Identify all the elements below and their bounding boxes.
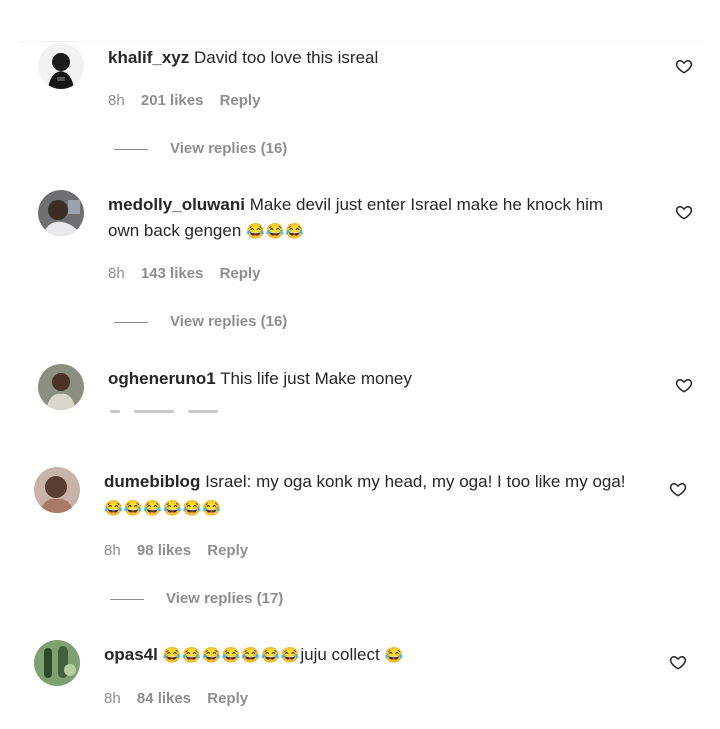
emoji: 😂😂😂😂😂😂 (104, 500, 223, 517)
heart-icon[interactable] (669, 653, 687, 671)
comment-body: David too love this isreal (194, 48, 379, 67)
emoji: 😂😂😂 (246, 223, 306, 240)
view-replies-button[interactable]: View replies (16) (114, 313, 287, 330)
replies-line (114, 321, 148, 323)
divider (18, 41, 704, 42)
comment-meta: 8h 98 likes Reply (104, 542, 260, 559)
clipped-meta (110, 410, 270, 416)
comment-text: dumebiblog Israel: my oga konk my head, … (104, 469, 634, 522)
likes-count[interactable]: 201 likes (141, 92, 204, 109)
avatar[interactable] (38, 190, 84, 236)
timestamp: 8h (108, 92, 125, 109)
view-replies-button[interactable]: View replies (16) (114, 140, 287, 157)
reply-button[interactable]: Reply (220, 92, 261, 109)
comment-text: khalif_xyz David too love this isreal (108, 45, 638, 71)
view-replies-label: View replies (16) (170, 313, 288, 330)
heart-icon[interactable] (675, 203, 693, 221)
comment-body: juju collect (300, 645, 380, 664)
likes-count[interactable]: 98 likes (137, 542, 191, 559)
comment-body: This life just Make money (220, 369, 412, 388)
view-replies-label: View replies (17) (166, 590, 284, 607)
replies-line (114, 148, 148, 150)
avatar[interactable] (38, 364, 84, 410)
username[interactable]: ogheneruno1 (108, 369, 216, 388)
emoji: 😂😂😂😂😂😂😂 (162, 647, 301, 664)
timestamp: 8h (104, 690, 121, 707)
username[interactable]: khalif_xyz (108, 48, 189, 67)
timestamp: 8h (108, 265, 125, 282)
username[interactable]: medolly_oluwani (108, 195, 245, 214)
likes-count[interactable]: 143 likes (141, 265, 204, 282)
comment-meta: 8h 201 likes Reply (108, 92, 272, 109)
reply-button[interactable]: Reply (207, 690, 248, 707)
view-replies-label: View replies (16) (170, 140, 288, 157)
timestamp: 8h (104, 542, 121, 559)
comment-text: opas4l 😂😂😂😂😂😂😂juju collect 😂 (104, 642, 634, 669)
heart-icon[interactable] (669, 480, 687, 498)
likes-count[interactable]: 84 likes (137, 690, 191, 707)
comment-text: ogheneruno1 This life just Make money (108, 366, 638, 392)
comment-body: Israel: my oga konk my head, my oga! I t… (205, 472, 626, 491)
reply-button[interactable]: Reply (220, 265, 261, 282)
comment-meta: 8h 143 likes Reply (108, 265, 272, 282)
view-replies-button[interactable]: View replies (17) (110, 590, 283, 607)
reply-button[interactable]: Reply (207, 542, 248, 559)
username[interactable]: opas4l (104, 645, 158, 664)
avatar[interactable] (38, 43, 84, 89)
heart-icon[interactable] (675, 376, 693, 394)
comment-meta: 8h 84 likes Reply (104, 690, 260, 707)
avatar[interactable] (34, 467, 80, 513)
avatar[interactable] (34, 640, 80, 686)
replies-line (110, 598, 144, 600)
heart-icon[interactable] (675, 57, 693, 75)
username[interactable]: dumebiblog (104, 472, 200, 491)
comment-text: medolly_oluwani Make devil just enter Is… (108, 192, 638, 245)
emoji: 😂 (384, 647, 405, 664)
